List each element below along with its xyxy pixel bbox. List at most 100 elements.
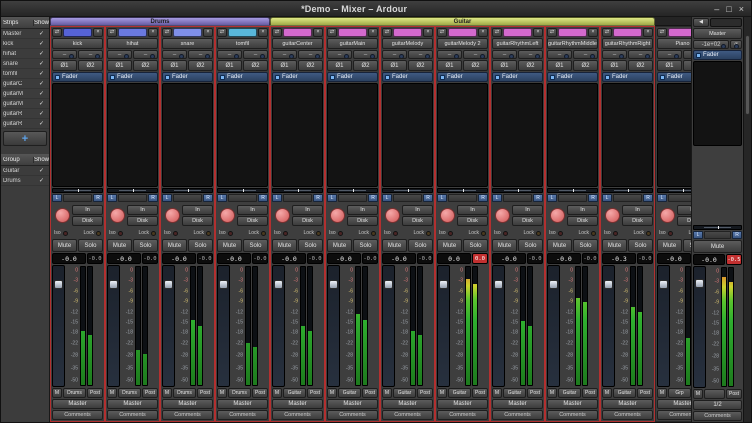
master-name-button[interactable]: Master: [693, 28, 742, 39]
fader-handle[interactable]: [604, 280, 613, 289]
master-processor-box[interactable]: [693, 61, 742, 146]
item-visible-checkbox[interactable]: ✓: [34, 60, 49, 67]
output-button[interactable]: –: [353, 50, 378, 59]
metering-button[interactable]: M: [52, 388, 62, 398]
strip-width-button[interactable]: ⇄: [107, 28, 117, 37]
output-button[interactable]: –: [408, 50, 433, 59]
record-arm-button[interactable]: [275, 208, 290, 223]
pan-link-control[interactable]: [668, 194, 691, 202]
gain-fader[interactable]: [272, 265, 285, 387]
monitor-input-button[interactable]: In: [182, 205, 213, 215]
output-routing-button[interactable]: Master: [52, 399, 103, 409]
fader-handle[interactable]: [274, 280, 283, 289]
solo-isolate-led[interactable]: [173, 231, 178, 236]
list-item[interactable]: guitarM ✓: [1, 99, 49, 109]
strip-name-button[interactable]: guitarRhythmMiddle: [547, 38, 598, 49]
pan-right-button[interactable]: R: [258, 194, 268, 202]
track-color-bar[interactable]: [558, 28, 587, 37]
solo-button[interactable]: Solo: [243, 239, 268, 252]
fader-handle[interactable]: [494, 280, 503, 289]
track-color-bar[interactable]: [613, 28, 642, 37]
strip-hide-button[interactable]: ×: [643, 28, 653, 37]
monitor-disk-button[interactable]: Disk: [512, 216, 543, 226]
monitor-input-button[interactable]: In: [72, 205, 103, 215]
fader-processor-entry[interactable]: Fader: [162, 72, 213, 82]
pan-left-button[interactable]: L: [693, 231, 703, 239]
comments-button[interactable]: Comments: [217, 410, 268, 420]
item-visible-checkbox[interactable]: ✓: [34, 50, 49, 57]
maximize-button[interactable]: □: [726, 2, 731, 16]
pan-left-button[interactable]: L: [437, 194, 447, 202]
output-button[interactable]: –: [628, 50, 653, 59]
output-routing-button[interactable]: Master: [382, 399, 433, 409]
list-item[interactable]: guitarM ✓: [1, 89, 49, 99]
strip-width-button[interactable]: ⇄: [492, 28, 502, 37]
track-color-bar[interactable]: [228, 28, 257, 37]
strip-hide-button[interactable]: ×: [368, 28, 378, 37]
mute-button[interactable]: Mute: [657, 239, 682, 252]
metering-button[interactable]: M: [327, 388, 337, 398]
output-routing-button[interactable]: Master: [602, 399, 653, 409]
pan-right-button[interactable]: R: [533, 194, 543, 202]
polarity-1-button[interactable]: Ø1: [52, 60, 77, 71]
fader-processor-entry[interactable]: Fader: [52, 72, 103, 82]
strip-name-button[interactable]: guitarRhythmRight: [602, 38, 653, 49]
track-color-bar[interactable]: [283, 28, 312, 37]
peak-display[interactable]: -0.0: [417, 253, 433, 264]
pan-left-button[interactable]: L: [162, 194, 172, 202]
processor-active-led[interactable]: [495, 75, 500, 80]
polarity-2-button[interactable]: Ø2: [683, 60, 691, 71]
master-comments-button[interactable]: Comments: [693, 411, 742, 421]
metering-point-button[interactable]: Post: [87, 388, 103, 398]
strip-hide-button[interactable]: ×: [148, 28, 158, 37]
item-visible-checkbox[interactable]: ✓: [34, 110, 49, 117]
list-item[interactable]: guitarC ✓: [1, 79, 49, 89]
comments-button[interactable]: Comments: [382, 410, 433, 420]
processor-active-led[interactable]: [605, 75, 610, 80]
panel-collapse-button[interactable]: ◀: [693, 18, 709, 27]
solo-lock-led[interactable]: [96, 231, 101, 236]
solo-lock-led[interactable]: [151, 231, 156, 236]
group-tab-guitar[interactable]: Guitar: [270, 17, 655, 26]
list-item[interactable]: kick ✓: [1, 39, 49, 49]
mute-button[interactable]: Mute: [162, 239, 187, 252]
group-button[interactable]: Guitar: [448, 388, 471, 398]
solo-lock-led[interactable]: [481, 231, 486, 236]
list-item[interactable]: guitarR ✓: [1, 109, 49, 119]
fader-handle[interactable]: [164, 280, 173, 289]
pan-link-control[interactable]: [283, 194, 312, 202]
solo-isolate-led[interactable]: [63, 231, 68, 236]
solo-button[interactable]: Solo: [133, 239, 158, 252]
solo-lock-led[interactable]: [536, 231, 541, 236]
comments-button[interactable]: Comments: [657, 410, 691, 420]
track-color-bar[interactable]: [173, 28, 202, 37]
pan-right-button[interactable]: R: [313, 194, 323, 202]
pan-left-button[interactable]: L: [107, 194, 117, 202]
record-arm-button[interactable]: [330, 208, 345, 223]
gain-fader[interactable]: [327, 265, 340, 387]
group-button[interactable]: Guitar: [283, 388, 306, 398]
solo-button[interactable]: Solo: [518, 239, 543, 252]
pan-right-button[interactable]: R: [732, 231, 742, 239]
group-button[interactable]: Guitar: [613, 388, 636, 398]
fader-handle[interactable]: [695, 279, 704, 288]
input-button[interactable]: –: [52, 50, 77, 59]
input-button[interactable]: –: [602, 50, 627, 59]
output-button[interactable]: –: [683, 50, 691, 59]
strip-name-button[interactable]: kick: [52, 38, 103, 49]
solo-lock-led[interactable]: [206, 231, 211, 236]
strip-width-button[interactable]: ⇄: [52, 28, 62, 37]
peak-display[interactable]: -0.0: [197, 253, 213, 264]
list-item[interactable]: guitarR ✓: [1, 119, 49, 129]
record-arm-button[interactable]: [660, 208, 675, 223]
pan-link-control[interactable]: [393, 194, 422, 202]
solo-isolate-led[interactable]: [118, 231, 123, 236]
fader-processor-entry[interactable]: Fader: [437, 72, 488, 82]
master-polarity-button[interactable]: ø: [730, 40, 742, 49]
pan-left-button[interactable]: L: [602, 194, 612, 202]
strip-width-button[interactable]: ⇄: [272, 28, 282, 37]
solo-lock-led[interactable]: [261, 231, 266, 236]
input-button[interactable]: –: [492, 50, 517, 59]
pan-right-button[interactable]: R: [643, 194, 653, 202]
item-visible-checkbox[interactable]: ✓: [34, 167, 49, 174]
